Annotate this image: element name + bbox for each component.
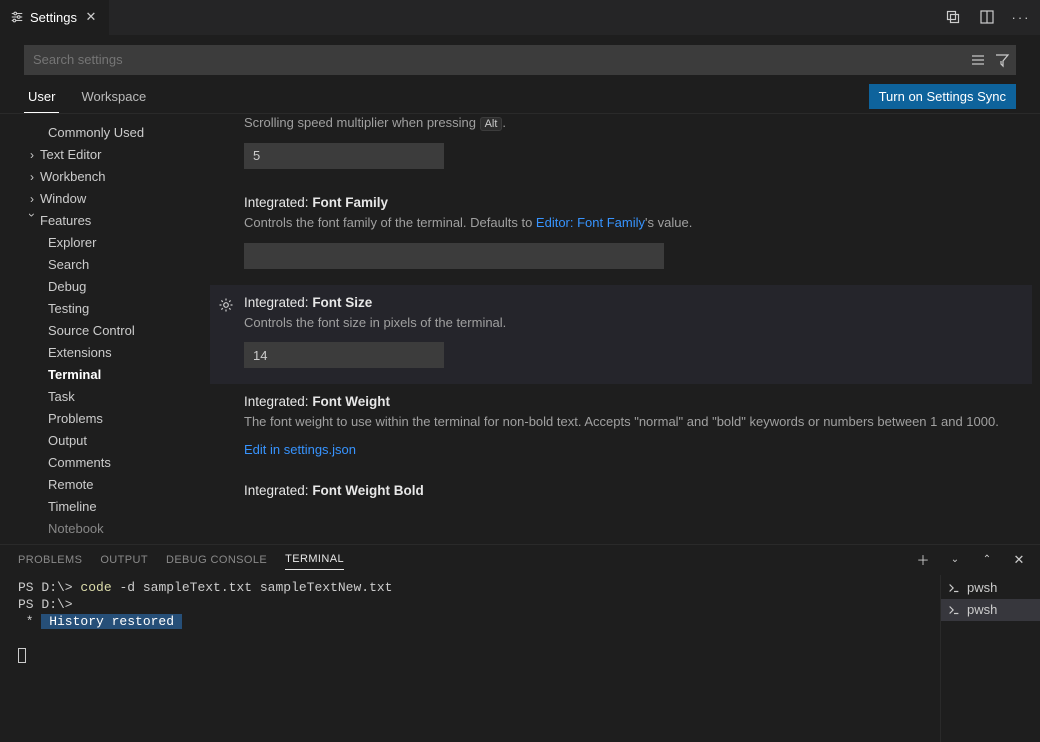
toc-timeline[interactable]: Timeline [48, 496, 210, 518]
tab-title: Settings [30, 10, 77, 25]
terminal-dropdown-icon[interactable]: ⌄ [944, 549, 966, 571]
terminal-icon [947, 581, 961, 595]
clear-search-icon[interactable] [970, 52, 986, 68]
terminal-list: pwsh pwsh [940, 575, 1040, 742]
split-editor-icon[interactable] [976, 6, 998, 28]
toc-task[interactable]: Task [48, 386, 210, 408]
settings-toc: Commonly Used ›Text Editor ›Workbench ›W… [0, 114, 210, 544]
toc-testing[interactable]: Testing [48, 298, 210, 320]
new-terminal-icon[interactable]: ＋ [912, 549, 934, 571]
panel-tab-terminal[interactable]: Terminal [285, 549, 344, 570]
setting-title: Integrated: Font Weight Bold [244, 483, 1018, 498]
setting-alt-multiplier: Scrolling speed multiplier when pressing… [210, 114, 1032, 185]
setting-font-weight-bold: Integrated: Font Weight Bold [210, 473, 1032, 498]
terminal-output[interactable]: PS D:\> code -d sampleText.txt sampleTex… [0, 575, 940, 742]
toc-commonly-used[interactable]: Commonly Used [24, 122, 210, 144]
close-icon[interactable]: ✕ [83, 9, 99, 25]
terminal-icon [947, 603, 961, 617]
maximize-panel-icon[interactable]: ⌃ [976, 549, 998, 571]
terminal-item[interactable]: pwsh [941, 577, 1040, 599]
setting-font-size: Integrated: Font Size Controls the font … [210, 285, 1032, 385]
toc-output[interactable]: Output [48, 430, 210, 452]
setting-desc: The font weight to use within the termin… [244, 413, 1018, 432]
chevron-right-icon: › [24, 192, 40, 206]
setting-desc: Controls the font family of the terminal… [244, 214, 1018, 233]
font-family-input[interactable] [244, 243, 664, 269]
panel-tab-problems[interactable]: Problems [18, 550, 82, 570]
toc-search[interactable]: Search [48, 254, 210, 276]
chevron-down-icon: › [25, 213, 39, 229]
toc-remote[interactable]: Remote [48, 474, 210, 496]
alt-multiplier-input[interactable] [244, 143, 444, 169]
bottom-panel: Problems Output Debug Console Terminal ＋… [0, 544, 1040, 742]
editor-tabbar: Settings ✕ ··· [0, 0, 1040, 35]
settings-icon [10, 10, 24, 24]
search-input[interactable] [24, 45, 1016, 75]
settings-list: Scrolling speed multiplier when pressing… [210, 114, 1040, 544]
gear-icon[interactable] [218, 297, 234, 313]
setting-desc: Scrolling speed multiplier when pressing… [244, 114, 1018, 133]
panel-tab-debug[interactable]: Debug Console [166, 550, 267, 570]
toc-problems[interactable]: Problems [48, 408, 210, 430]
tabbar-actions: ··· [942, 0, 1040, 35]
setting-title: Integrated: Font Size [244, 295, 1018, 310]
filter-icon[interactable] [994, 52, 1010, 68]
settings-editor: User Workspace Turn on Settings Sync Com… [0, 35, 1040, 544]
setting-title: Integrated: Font Family [244, 195, 1018, 210]
font-size-input[interactable] [244, 342, 444, 368]
toc-explorer[interactable]: Explorer [48, 232, 210, 254]
scope-workspace[interactable]: Workspace [77, 83, 150, 113]
toc-terminal[interactable]: Terminal [48, 364, 210, 386]
terminal-item[interactable]: pwsh [941, 599, 1040, 621]
open-changes-icon[interactable] [942, 6, 964, 28]
close-panel-icon[interactable]: ✕ [1008, 549, 1030, 571]
toc-features[interactable]: ›Features [24, 210, 210, 232]
more-actions-icon[interactable]: ··· [1010, 6, 1032, 28]
editor-font-family-link[interactable]: Editor: Font Family [536, 215, 645, 230]
chevron-right-icon: › [24, 148, 40, 162]
toc-notebook[interactable]: Notebook [48, 518, 210, 540]
scope-user[interactable]: User [24, 83, 59, 113]
toc-source-control[interactable]: Source Control [48, 320, 210, 342]
toc-debug[interactable]: Debug [48, 276, 210, 298]
settings-sync-button[interactable]: Turn on Settings Sync [869, 84, 1016, 109]
toc-workbench[interactable]: ›Workbench [24, 166, 210, 188]
edit-in-settings-json-link[interactable]: Edit in settings.json [244, 442, 1018, 457]
setting-font-weight: Integrated: Font Weight The font weight … [210, 384, 1032, 473]
setting-title: Integrated: Font Weight [244, 394, 1018, 409]
terminal-cursor [18, 648, 26, 663]
toc-comments[interactable]: Comments [48, 452, 210, 474]
panel-tab-output[interactable]: Output [100, 550, 148, 570]
setting-desc: Controls the font size in pixels of the … [244, 314, 1018, 333]
tab-settings[interactable]: Settings ✕ [0, 0, 110, 35]
toc-extensions[interactable]: Extensions [48, 342, 210, 364]
toc-text-editor[interactable]: ›Text Editor [24, 144, 210, 166]
setting-font-family: Integrated: Font Family Controls the fon… [210, 185, 1032, 285]
toc-window[interactable]: ›Window [24, 188, 210, 210]
panel-tabs: Problems Output Debug Console Terminal ＋… [0, 545, 1040, 575]
chevron-right-icon: › [24, 170, 40, 184]
